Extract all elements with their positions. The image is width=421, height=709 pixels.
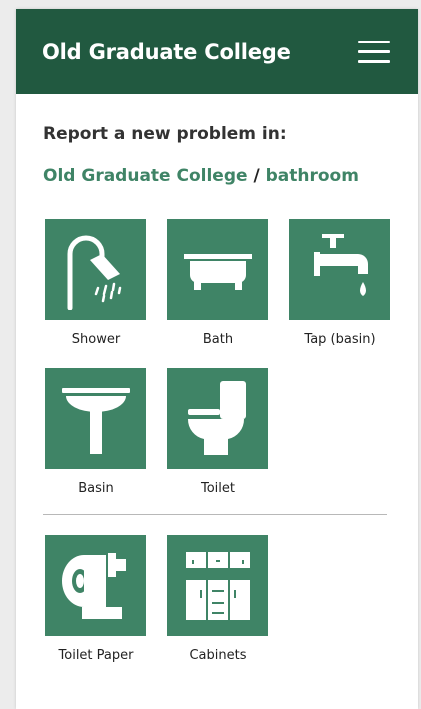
category-label: Tap (basin) (304, 332, 376, 347)
category-label: Toilet (200, 481, 235, 496)
toilet-icon (187, 380, 246, 455)
category-tile-toilet[interactable]: Toilet (167, 368, 269, 499)
category-label: Shower (71, 332, 121, 347)
category-tile-cabinets[interactable]: Cabinets (167, 535, 269, 666)
category-tile-toilet-paper[interactable]: Toilet Paper (45, 535, 147, 666)
category-label: Cabinets (189, 648, 247, 663)
toilet-paper-icon (61, 552, 126, 619)
breadcrumb: Old Graduate College / bathroom (43, 166, 418, 186)
category-label: Bath (202, 332, 234, 347)
category-label: Basin (78, 481, 114, 496)
section-divider (43, 514, 387, 515)
main-content: Report a new problem in: Old Graduate Co… (16, 94, 418, 666)
category-grid: Shower Bath Tap (basin) Basin Toilet Toi… (43, 219, 418, 666)
category-row: Shower Bath Tap (basin) (45, 219, 418, 350)
category-tile-basin[interactable]: Basin (45, 368, 147, 499)
category-tile-shower[interactable]: Shower (45, 219, 147, 350)
hamburger-menu-icon[interactable] (358, 40, 390, 63)
report-card: Old Graduate College Report a new proble… (16, 9, 418, 709)
app-header: Old Graduate College (16, 9, 418, 94)
bathtub-icon (183, 253, 252, 290)
category-tile-tap[interactable]: Tap (basin) (289, 219, 391, 350)
breadcrumb-room-link[interactable]: bathroom (266, 166, 359, 186)
category-row: Toilet Paper Cabinets (45, 535, 418, 666)
breadcrumb-separator: / (247, 166, 266, 186)
breadcrumb-location-link[interactable]: Old Graduate College (43, 166, 248, 186)
category-tile-bath[interactable]: Bath (167, 219, 269, 350)
category-row: Basin Toilet (45, 368, 418, 499)
basin-icon (61, 387, 130, 454)
tap-icon (313, 233, 368, 296)
category-label: Toilet Paper (58, 648, 134, 663)
shower-icon (67, 235, 121, 310)
cabinets-icon (185, 551, 250, 620)
app-title: Old Graduate College (42, 39, 291, 64)
report-lead: Report a new problem in: (43, 124, 287, 144)
